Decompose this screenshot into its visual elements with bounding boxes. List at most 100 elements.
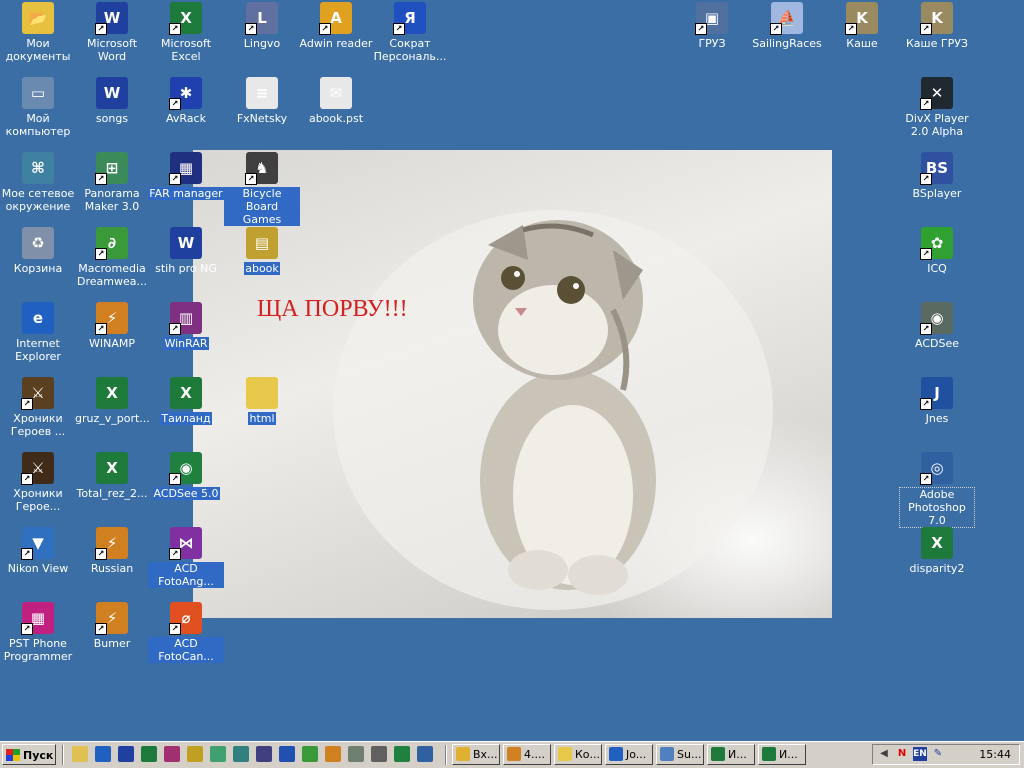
desktop-icon[interactable]: ▣ ↗ ГРУЗ: [674, 2, 750, 50]
taskbar-window-button[interactable]: Ко...: [554, 744, 602, 765]
desktop-icon-label: FAR manager: [148, 187, 224, 200]
desktop-icon[interactable]: ◉ ↗ ACDSee: [899, 302, 975, 350]
app4-quicklaunch-icon[interactable]: [256, 746, 272, 762]
kashe-gruz-icon: K ↗: [920, 2, 953, 35]
start-button[interactable]: Пуск: [2, 744, 56, 765]
antivirus-icon[interactable]: N: [895, 747, 909, 761]
desktop-icon[interactable]: ♞ ↗ Bicycle Board Games: [224, 152, 300, 226]
desktop-icon[interactable]: e Internet Explorer: [0, 302, 76, 363]
word-quicklaunch-icon[interactable]: [118, 746, 134, 762]
desktop-icon[interactable]: ⚔ ↗ Хроники Герое...: [0, 452, 76, 513]
desktop-icon[interactable]: L ↗ Lingvo: [224, 2, 300, 50]
dreamweaver-quicklaunch-icon[interactable]: [302, 746, 318, 762]
desktop-icon-label: abook: [244, 262, 280, 275]
shortcut-arrow-icon: ↗: [95, 248, 107, 260]
app5-quicklaunch-icon[interactable]: [348, 746, 364, 762]
desktop-icon[interactable]: X Total_rez_2...: [74, 452, 150, 500]
shortcut-arrow-icon: ↗: [319, 23, 331, 35]
desktop-icon[interactable]: K ↗ Каше ГРУЗ: [899, 2, 975, 50]
desktop-icon[interactable]: ⚡ ↗ Russian: [74, 527, 150, 575]
app-quicklaunch-icon[interactable]: [164, 746, 180, 762]
shortcut-arrow-icon: ↗: [169, 623, 181, 635]
desktop-icon[interactable]: W ↗ Microsoft Word: [74, 2, 150, 63]
desktop-icon[interactable]: ▤ abook: [224, 227, 300, 275]
desktop-icon-label: Хроники Героев ...: [10, 412, 66, 438]
desktop-icon[interactable]: ▥ ↗ WinRAR: [148, 302, 224, 350]
desktop-icon[interactable]: html: [224, 377, 300, 425]
app6-quicklaunch-icon[interactable]: [371, 746, 387, 762]
taskbar-window-button[interactable]: Вх...: [452, 744, 500, 765]
desktop-icon-label: Nikon View: [7, 562, 69, 575]
desktop-icon[interactable]: ⊞ ↗ Panorama Maker 3.0: [74, 152, 150, 213]
desktop-icon[interactable]: ▼ ↗ Nikon View: [0, 527, 76, 575]
desktop-icon[interactable]: Xgruz_v_port...: [74, 377, 150, 425]
app3-quicklaunch-icon[interactable]: [233, 746, 249, 762]
desktop-icon-label: Хроники Герое...: [13, 487, 63, 513]
archive-icon: ▤: [246, 227, 278, 259]
taskbar-window-button[interactable]: Jo...: [605, 744, 653, 765]
desktop-icon[interactable]: BS ↗ BSplayer: [899, 152, 975, 200]
desktop-icon[interactable]: ✿ ↗ ICQ: [899, 227, 975, 275]
desktop-icon[interactable]: ▦ ↗ PST Phone Programmer: [0, 602, 76, 663]
desktop-icon-label: stih pro NG: [155, 262, 217, 275]
desktop-icon[interactable]: Wstih pro NG: [148, 227, 224, 275]
sailing-races-icon: ⛵ ↗: [770, 2, 803, 35]
desktop-icon[interactable]: ◎ ↗ Adobe Photoshop 7.0: [899, 452, 975, 528]
computer-shortcut-icon: ▣ ↗: [695, 2, 728, 35]
pst-phone-icon: ▦ ↗: [21, 602, 54, 635]
desktop-icon[interactable]: K ↗ Каше: [824, 2, 900, 50]
desktop-icon-label: songs: [95, 112, 129, 125]
desktop-icon[interactable]: ▦ ↗ FAR manager: [148, 152, 224, 200]
desktop-icon[interactable]: ◉ ↗ ACDSee 5.0: [148, 452, 224, 500]
desktop-icon[interactable]: Xdisparity2: [899, 527, 975, 575]
show-desktop-icon[interactable]: [72, 746, 88, 762]
acdsee-quicklaunch-icon[interactable]: [394, 746, 410, 762]
desktop-icon-label: Каше ГРУЗ: [906, 37, 968, 50]
language-indicator[interactable]: EN: [913, 747, 927, 761]
desktop-icon[interactable]: ⚡ ↗ Bumer: [74, 602, 150, 650]
shortcut-arrow-icon: ↗: [21, 623, 33, 635]
taskbar-window-button[interactable]: И...: [707, 744, 755, 765]
desktop-icon[interactable]: ∂ ↗ Macromedia Dreamwea...: [74, 227, 150, 288]
desktop-icon[interactable]: ⌘ Мое сетевое окружение: [0, 152, 76, 213]
volume-icon[interactable]: ◀: [877, 747, 891, 761]
desktop-icon[interactable]: Я ↗ Сократ Персональ...: [372, 2, 448, 63]
notes-icon[interactable]: ✎: [931, 747, 945, 761]
taskbar-window-button[interactable]: 4....: [503, 744, 551, 765]
taskbar-window-button[interactable]: Su...: [656, 744, 704, 765]
desktop-icon[interactable]: X ↗ Microsoft Excel: [148, 2, 224, 63]
desktop-icon[interactable]: ▭ Мой компьютер: [0, 77, 76, 138]
desktop-icon[interactable]: ✕ ↗ DivX Player 2.0 Alpha: [899, 77, 975, 138]
desktop-icon[interactable]: ⚔ ↗ Хроники Героев ...: [0, 377, 76, 438]
game-hero-icon: ⚔ ↗: [21, 452, 54, 485]
taskbar-window-button[interactable]: И...: [758, 744, 806, 765]
desktop-icon-label: Корзина: [13, 262, 63, 275]
desktop-icon-label: WINAMP: [89, 337, 135, 350]
excel-doc-icon: X: [921, 527, 953, 559]
desktop-icon[interactable]: X Таиланд: [148, 377, 224, 425]
excel-quicklaunch-icon[interactable]: [141, 746, 157, 762]
clock[interactable]: 15:44: [979, 745, 1011, 764]
app7-quicklaunch-icon[interactable]: [417, 746, 433, 762]
desktop-icon[interactable]: ⋈ ↗ ACD FotoAng...: [148, 527, 224, 588]
desktop-icon[interactable]: J ↗ Jnes: [899, 377, 975, 425]
app2-quicklaunch-icon[interactable]: [210, 746, 226, 762]
desktop-icon[interactable]: Wsongs: [74, 77, 150, 125]
ie-quicklaunch-icon[interactable]: [95, 746, 111, 762]
acd-fotocanvas-icon: ⌀ ↗: [169, 602, 202, 635]
desktop-icon[interactable]: ✉ abook.pst: [298, 77, 374, 125]
desktop-icon[interactable]: ✱ ↗ AvRack: [148, 77, 224, 125]
desktop-icon-label: Мое сетевое окружение: [1, 187, 75, 213]
far-quicklaunch-icon[interactable]: [279, 746, 295, 762]
desktop-icon[interactable]: 📂 Мои документы: [0, 2, 76, 63]
desktop-icon-label: PST Phone Programmer: [3, 637, 73, 663]
desktop-icon[interactable]: ⚡ ↗ WINAMP: [74, 302, 150, 350]
desktop-icon[interactable]: ♻ Корзина: [0, 227, 76, 275]
desktop-icon[interactable]: A ↗ Adwin reader: [298, 2, 374, 50]
desktop[interactable]: ЩА ПОРВУ!!! 📂 Мои документы W ↗ Microsoft Wo…: [0, 0, 1024, 741]
winamp-quicklaunch-icon[interactable]: [325, 746, 341, 762]
desktop-icon[interactable]: ⛵ ↗ SailingRaces: [749, 2, 825, 50]
desktop-icon[interactable]: ≡ FxNetsky: [224, 77, 300, 125]
outlook-quicklaunch-icon[interactable]: [187, 746, 203, 762]
desktop-icon[interactable]: ⌀ ↗ ACD FotoCan...: [148, 602, 224, 663]
